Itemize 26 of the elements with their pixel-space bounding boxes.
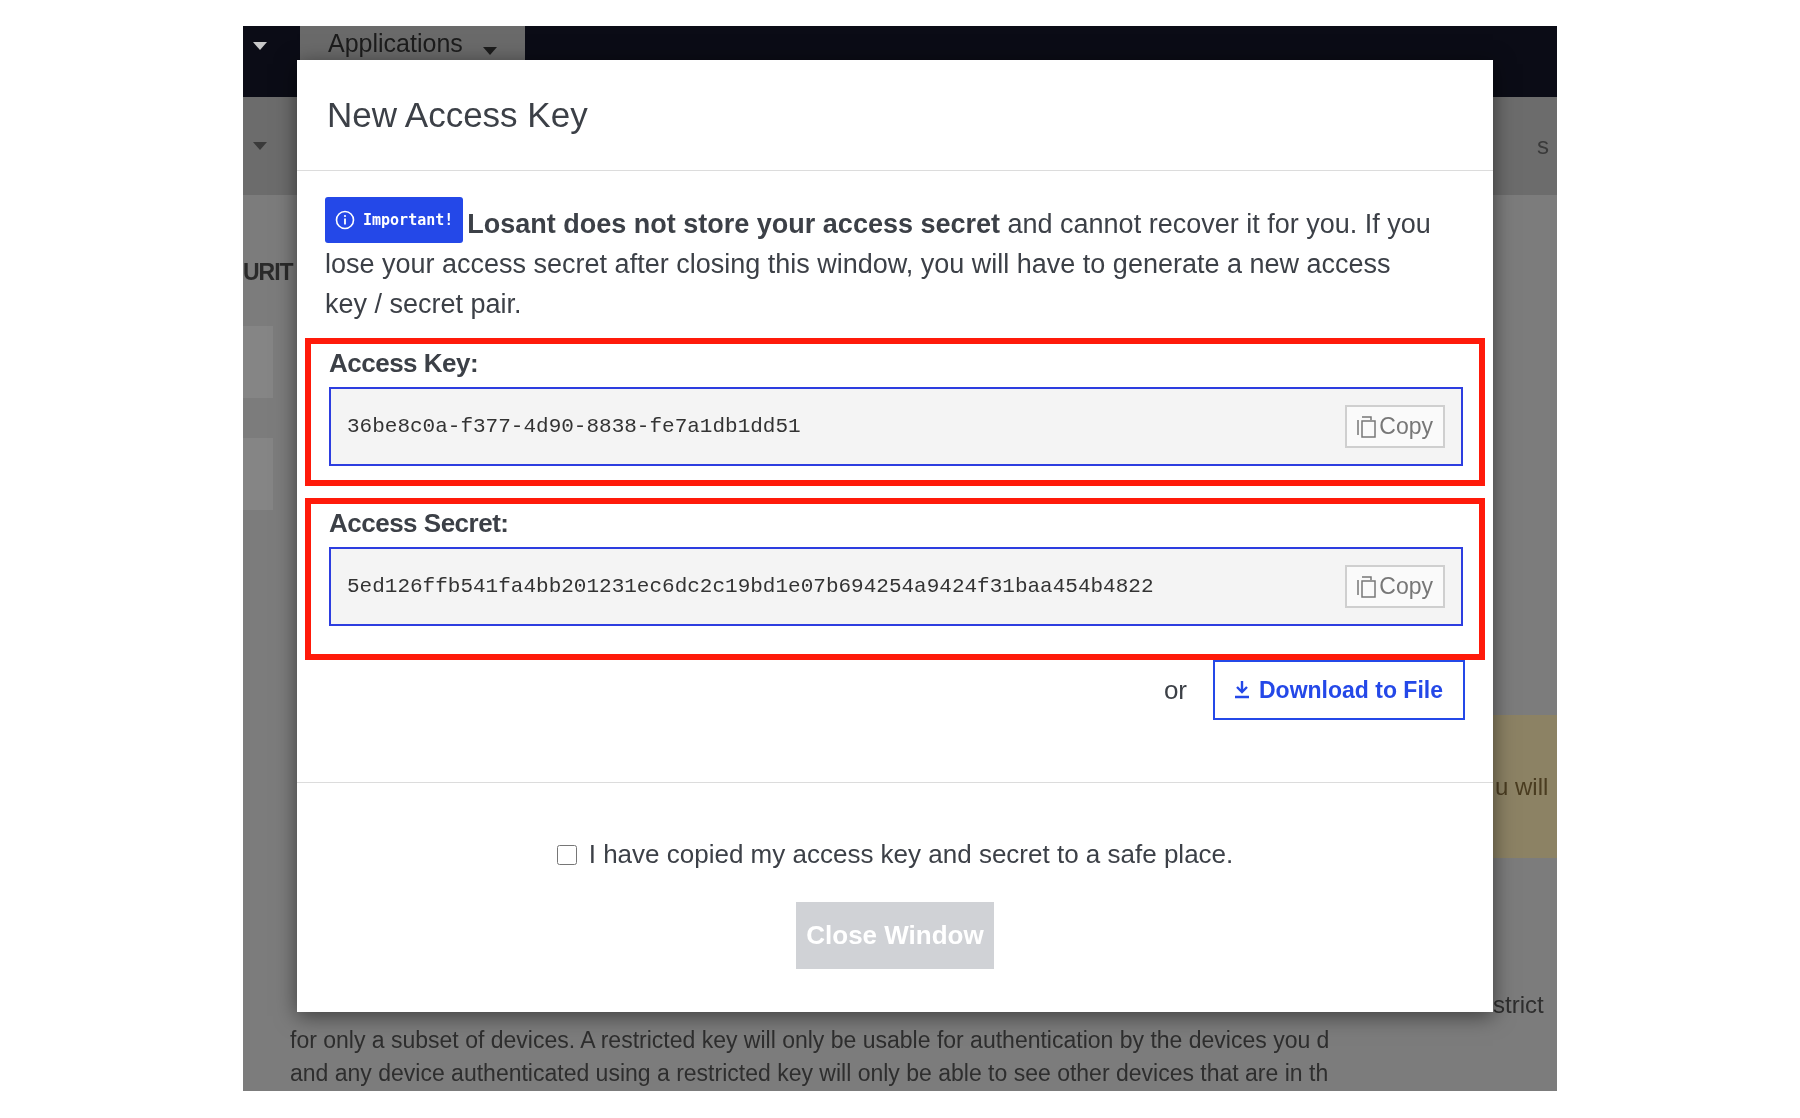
key-value: 5ed126ffb541fa4bb201231ec6dc2c19bd1e07b694254a9424f31baa454b4822 xyxy=(347,575,1154,598)
copy-icon xyxy=(1357,575,1378,598)
caret-icon[interactable] xyxy=(482,47,497,55)
field-label: Access Secret: xyxy=(329,508,510,539)
notice-text: u will xyxy=(1495,772,1549,801)
modal-title: New Access Key xyxy=(327,95,588,135)
field-label: Access Key: xyxy=(329,348,480,379)
paragraph-text: strict xyxy=(1493,991,1545,1019)
copy-button[interactable]: Copy xyxy=(1345,565,1445,608)
page-heading: URIT xyxy=(243,259,295,286)
checkbox-label: I have copied my access key and secret to a safe place. xyxy=(588,839,1234,870)
warning-text: Important! Losant does not store your access secret and cannot recover it for you. If you lose your access secret after closing this window, you will have to generate a new access key / secret pair. xyxy=(325,197,1435,324)
paragraph-text: and any device authenticated using a restricted key will only be able to see other devices that are in th xyxy=(290,1060,1330,1087)
dropdown-caret-icon[interactable] xyxy=(253,42,267,50)
or-text: or xyxy=(1163,674,1187,706)
key-field[interactable]: 36be8c0a-f377-4d90-8838-fe7a1db1dd51 Copy xyxy=(329,387,1463,466)
download-icon xyxy=(1235,681,1249,699)
confirm-checkbox[interactable] xyxy=(556,844,577,865)
key-field[interactable]: 5ed126ffb541fa4bb201231ec6dc2c19bd1e07b694254a9424f31baa454b4822 Copy xyxy=(329,547,1463,626)
download-button[interactable]: Download to File xyxy=(1213,660,1465,720)
important-badge: Important! xyxy=(325,197,464,243)
copy-icon xyxy=(1357,415,1378,438)
copy-button[interactable]: Copy xyxy=(1345,405,1445,448)
paragraph-text: for only a subset of devices. A restricted key will only be usable for authentication by the devices you d xyxy=(290,1027,1331,1054)
applications-tab[interactable]: Applications xyxy=(300,26,525,60)
key-value: 36be8c0a-f377-4d90-8838-fe7a1db1dd51 xyxy=(347,415,801,438)
